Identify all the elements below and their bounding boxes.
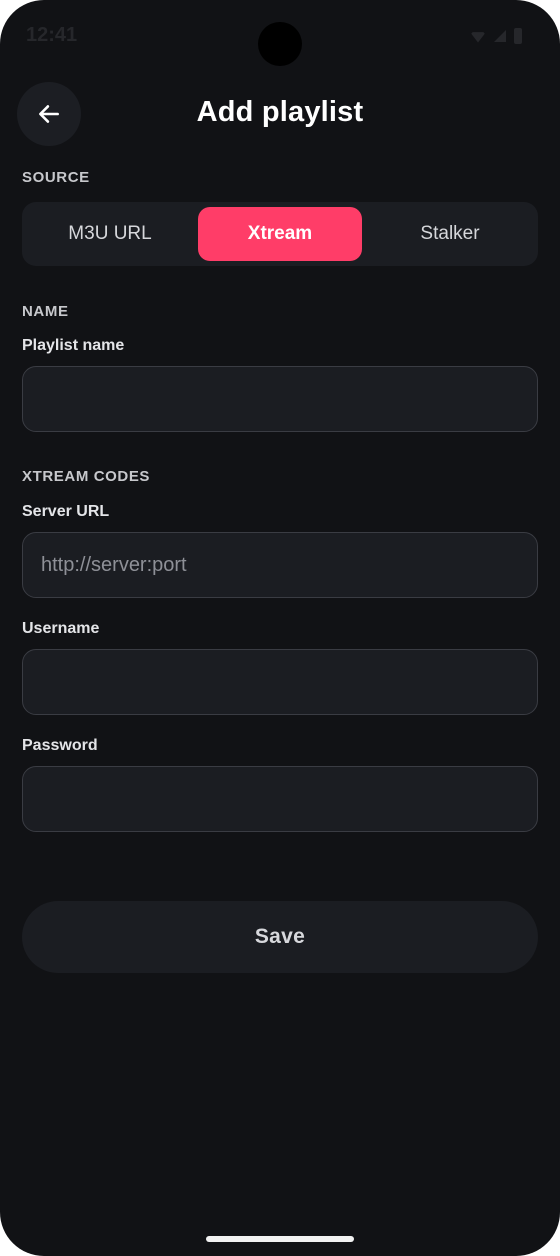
username-label: Username xyxy=(22,620,100,637)
header: Add playlist xyxy=(0,82,560,148)
password-input[interactable] xyxy=(22,766,538,832)
source-option-stalker[interactable]: Stalker xyxy=(368,207,532,261)
name-section-label: NAME xyxy=(22,303,69,320)
source-option-m3u-url[interactable]: M3U URL xyxy=(28,207,192,261)
status-time: 12:41 xyxy=(26,24,78,46)
playlist-name-label: Playlist name xyxy=(22,337,125,354)
password-label: Password xyxy=(22,737,98,754)
signal-icon xyxy=(494,30,506,42)
server-url-label: Server URL xyxy=(22,503,110,520)
source-section-label: SOURCE xyxy=(22,169,90,186)
server-url-input[interactable] xyxy=(22,532,538,598)
username-input[interactable] xyxy=(22,649,538,715)
home-indicator[interactable] xyxy=(206,1236,354,1242)
battery-icon xyxy=(514,28,522,44)
wifi-icon xyxy=(470,32,486,43)
source-selector: M3U URL Xtream Stalker xyxy=(22,202,538,266)
status-bar: 12:41 xyxy=(0,0,560,70)
phone-screen: 12:41 Add playlist SOURCE M3U URL Xtream… xyxy=(0,0,560,1256)
page-title: Add playlist xyxy=(196,96,364,128)
save-button[interactable]: Save xyxy=(22,901,538,973)
playlist-name-input[interactable] xyxy=(22,366,538,432)
xtream-section-label: XTREAM CODES xyxy=(22,468,151,485)
status-icons xyxy=(470,28,522,44)
source-option-xtream[interactable]: Xtream xyxy=(198,207,362,261)
front-camera xyxy=(258,22,302,66)
